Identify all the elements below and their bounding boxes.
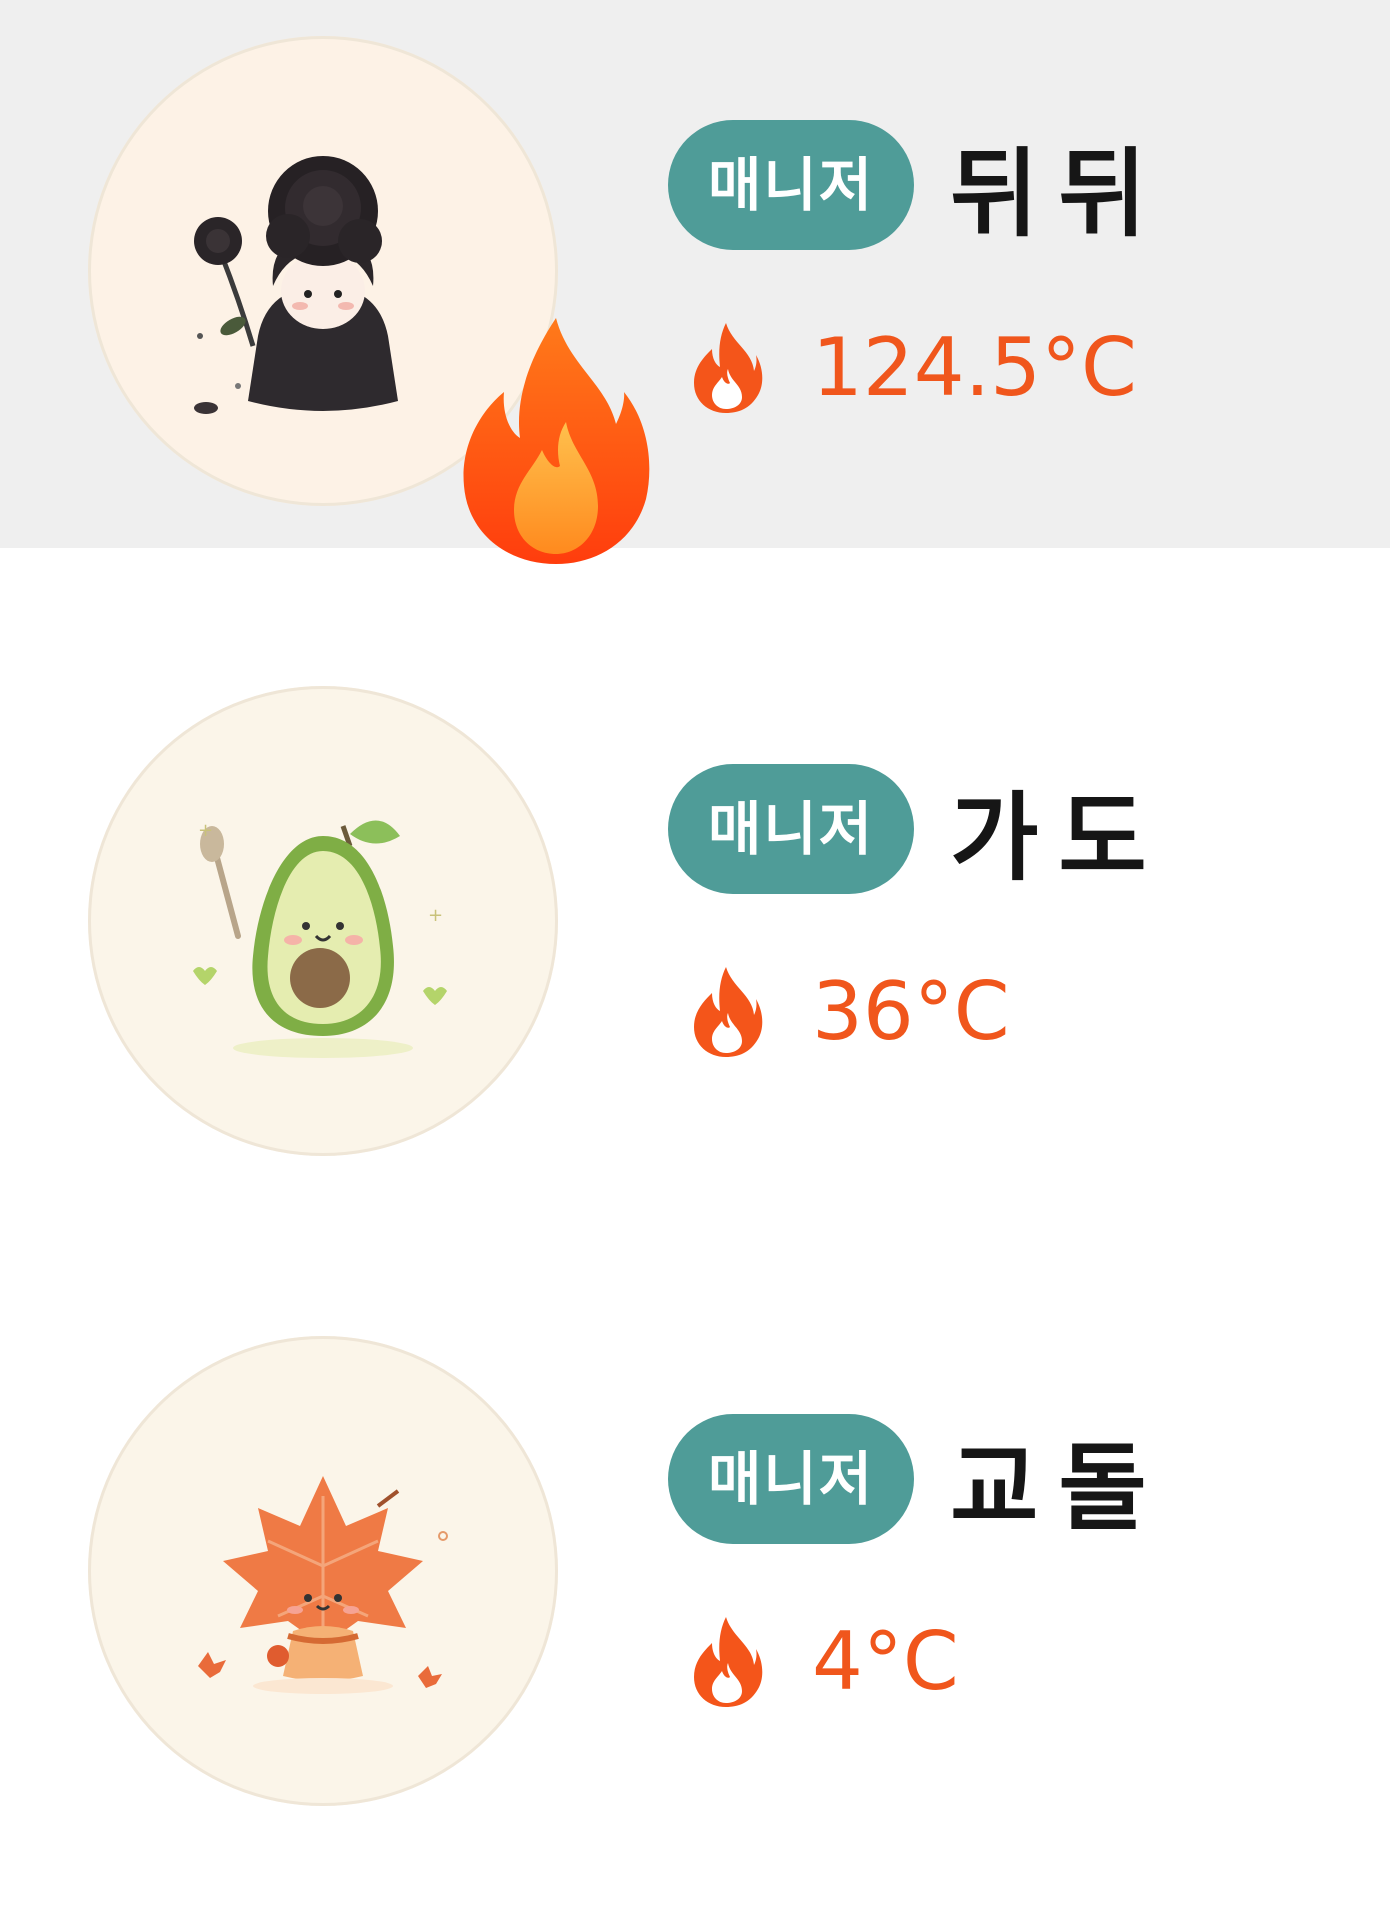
- flame-icon: [694, 967, 763, 1057]
- manager-row[interactable]: 매니저 뒤뒤 124.5°C: [0, 0, 1390, 564]
- flame-icon: [694, 1617, 763, 1707]
- flame-icon: [694, 323, 763, 413]
- manager-row[interactable]: 매니저 교돌 4°C: [0, 1198, 1390, 1920]
- manager-row[interactable]: + + 매니저 가도 36°C: [0, 548, 1390, 1198]
- role-badge: 매니저: [668, 120, 915, 250]
- avatar[interactable]: + +: [88, 686, 558, 1156]
- maple-leaf-character-icon: [198, 1476, 448, 1694]
- avocado-character-icon: + +: [193, 820, 447, 1058]
- manager-name[interactable]: 교돌: [950, 1410, 1167, 1549]
- role-badge: 매니저: [668, 764, 915, 894]
- svg-text:+: +: [198, 820, 213, 841]
- manager-list: 매니저 뒤뒤 124.5°C + + 매니저 가도 36°C 매니저 교돌 4°…: [0, 0, 1390, 1920]
- manager-info: 매니저 교돌 4°C: [668, 1414, 1167, 1716]
- manager-info: 매니저 뒤뒤 124.5°C: [668, 120, 1167, 422]
- manner-temperature: 4°C: [812, 1614, 959, 1708]
- manner-temperature: 36°C: [812, 964, 1010, 1058]
- fire-badge-icon: [463, 318, 650, 564]
- manager-name[interactable]: 뒤뒤: [950, 116, 1167, 255]
- avatar[interactable]: [88, 1336, 558, 1806]
- manager-name[interactable]: 가도: [950, 760, 1167, 899]
- role-badge: 매니저: [668, 1414, 915, 1544]
- avatar[interactable]: [88, 36, 650, 564]
- svg-text:+: +: [428, 905, 443, 926]
- manner-temperature: 124.5°C: [812, 320, 1137, 414]
- manager-info: 매니저 가도 36°C: [668, 764, 1167, 1066]
